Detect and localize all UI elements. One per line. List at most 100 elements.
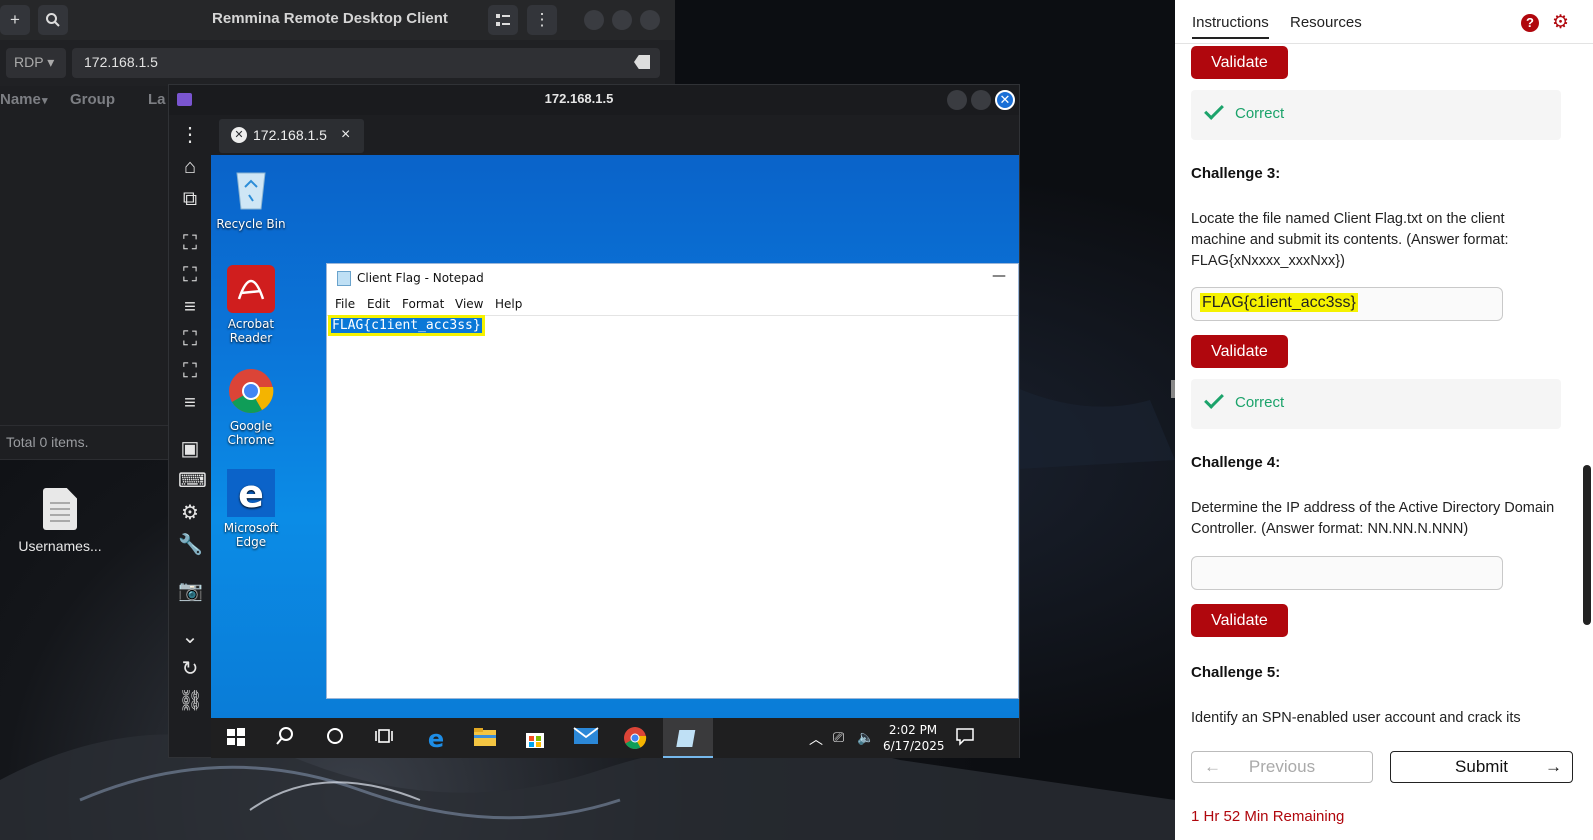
tab-close-icon[interactable]: × [341, 126, 350, 144]
taskbar-clock[interactable]: 2:02 PM 6/17/2025 [883, 722, 945, 754]
menu-help[interactable]: Help [495, 297, 522, 311]
volume-icon[interactable]: 🔈 [857, 729, 883, 753]
tab-label: 172.168.1.5 [253, 127, 327, 143]
minimize-toolbar-icon[interactable]: ⌄ [178, 625, 202, 649]
challenge-3-answer-input[interactable]: FLAG{c1ient_acc3ss} [1191, 287, 1503, 321]
chrome-label: Google Chrome [227, 419, 275, 447]
column-last[interactable]: La [148, 91, 166, 108]
correct-label: Correct [1235, 394, 1285, 411]
disconnect-icon[interactable]: ⛓ [178, 689, 203, 713]
submit-label: Submit [1455, 757, 1508, 776]
validate-button-3[interactable]: Validate [1191, 335, 1288, 368]
notepad-content[interactable]: FLAG{c1ient_acc3ss} [331, 318, 482, 333]
address-input[interactable]: 172.168.1.5 [72, 48, 660, 78]
arrow-right-icon: → [1545, 757, 1562, 776]
rdp-minimize-button[interactable] [947, 90, 967, 110]
multimonitor-icon[interactable]: ≡ [178, 391, 202, 415]
notepad-window[interactable]: Client Flag - Notepad — File Edit Format… [326, 263, 1019, 699]
fit-window-icon[interactable]: ⛶ [178, 231, 202, 255]
add-connection-button[interactable]: + [0, 5, 30, 35]
notepad-taskbar-button[interactable] [663, 718, 713, 758]
switch-tab-icon[interactable]: ▣ [178, 437, 202, 461]
acrobat-icon [227, 265, 275, 313]
preferences-icon[interactable]: ⚙ [178, 501, 202, 525]
remote-screen[interactable]: Recycle Bin Acrobat Reader Google Chrome… [211, 155, 1019, 758]
clear-icon[interactable] [634, 55, 650, 69]
submit-button[interactable]: Submit → [1390, 751, 1573, 783]
protocol-select[interactable]: RDP ▾ [6, 48, 66, 78]
network-icon[interactable]: ⎚ [833, 729, 859, 753]
edge-shortcut[interactable]: e Microsoft Edge [215, 469, 287, 549]
maximize-button[interactable] [612, 10, 632, 30]
view-toggle-button[interactable] [488, 5, 518, 35]
close-button[interactable] [640, 10, 660, 30]
notifications-icon[interactable] [955, 726, 981, 750]
dynamic-resolution-icon[interactable]: ⛶ [178, 327, 202, 351]
column-group[interactable]: Group [70, 91, 115, 108]
menu-format[interactable]: Format [402, 297, 444, 311]
challenge-5-text: Identify an SPN-enabled user account and… [1191, 710, 1521, 726]
edge-icon: e [227, 469, 275, 517]
help-icon[interactable]: ? [1521, 14, 1539, 32]
minimize-button[interactable] [584, 10, 604, 30]
acrobat-reader-shortcut[interactable]: Acrobat Reader [215, 265, 287, 345]
rdp-titlebar: 172.168.1.5 ✕ [169, 85, 1019, 115]
search-button[interactable] [38, 5, 68, 35]
remote-desktop-window: 172.168.1.5 ✕ ⋮ ⌂ ⧉ ⛶ ⛶ ≡ ⛶ ⛶ ≡ ▣ ⌨ ⚙ 🔧 … [168, 84, 1020, 758]
correct-feedback-2: Correct [1191, 90, 1561, 140]
scale-menu-icon[interactable]: ≡ [178, 295, 202, 319]
home-icon[interactable]: ⌂ [178, 155, 202, 179]
chrome-shortcut[interactable]: Google Chrome [215, 367, 287, 447]
desktop-file-usernames[interactable]: Usernames... [10, 488, 110, 554]
panel-footer: ← Previous Submit → 1 Hr 52 Min Remainin… [1175, 745, 1593, 840]
column-name[interactable]: Name [0, 91, 41, 108]
rdp-maximize-button[interactable] [971, 90, 991, 110]
rdp-session-tab[interactable]: ✕ 172.168.1.5 × [219, 119, 364, 153]
start-button[interactable] [225, 726, 251, 750]
menu-file[interactable]: File [335, 297, 355, 311]
edge-taskbar-icon[interactable]: e [424, 725, 450, 753]
menu-edit[interactable]: Edit [367, 297, 390, 311]
svg-text:e: e [238, 472, 264, 516]
fullscreen-icon[interactable]: ⛶ [178, 263, 202, 287]
previous-label: Previous [1248, 757, 1316, 776]
menu-view[interactable]: View [455, 297, 483, 311]
clock-date: 6/17/2025 [883, 739, 945, 753]
task-view-icon[interactable] [374, 726, 400, 750]
notepad-title: Client Flag - Notepad [357, 271, 484, 285]
screenshot-icon[interactable]: 📷 [178, 579, 203, 603]
challenge-3-title: Challenge 3: [1191, 165, 1281, 182]
reconnect-icon[interactable]: ↻ [178, 657, 202, 681]
search-taskbar-icon[interactable] [275, 726, 301, 750]
chrome-taskbar-icon[interactable] [623, 726, 649, 750]
rdp-close-button[interactable]: ✕ [995, 90, 1015, 110]
notepad-minimize-button[interactable]: — [992, 268, 1006, 284]
tray-expand-icon[interactable]: ︿ [809, 729, 835, 753]
tools-icon[interactable]: 🔧 [178, 533, 203, 557]
clock-time: 2:02 PM [888, 723, 938, 737]
validate-button-2[interactable]: Validate [1191, 46, 1288, 79]
settings-gear-icon[interactable]: ⚙ [1552, 11, 1569, 34]
quick-connect-bar: RDP ▾ 172.168.1.5 [0, 40, 675, 86]
menu-icon[interactable]: ⋮ [178, 123, 202, 147]
notepad-icon [337, 271, 351, 286]
mail-icon[interactable] [573, 726, 599, 750]
challenge-3-text: Locate the file named Client Flag.txt on… [1191, 211, 1509, 269]
challenge-4-title: Challenge 4: [1191, 454, 1281, 471]
challenge-4-answer-input[interactable] [1191, 556, 1503, 590]
file-explorer-icon[interactable] [473, 726, 499, 750]
tab-instructions[interactable]: Instructions [1192, 14, 1269, 39]
store-icon[interactable] [523, 726, 549, 750]
previous-button[interactable]: ← Previous [1191, 751, 1373, 783]
panel-scrollbar[interactable] [1583, 465, 1591, 625]
tab-resources[interactable]: Resources [1290, 14, 1362, 31]
recycle-bin-icon [227, 165, 275, 213]
cortana-icon[interactable] [325, 726, 351, 750]
new-window-icon[interactable]: ⧉ [178, 187, 202, 211]
scaled-mode-icon[interactable]: ⛶ [178, 359, 202, 383]
validate-button-4[interactable]: Validate [1191, 604, 1288, 637]
recycle-bin-shortcut[interactable]: Recycle Bin [215, 165, 287, 231]
keyboard-icon[interactable]: ⌨ [178, 469, 207, 493]
challenge-4-text: Determine the IP address of the Active D… [1191, 500, 1555, 537]
main-menu-button[interactable]: ⋮ [527, 5, 557, 35]
